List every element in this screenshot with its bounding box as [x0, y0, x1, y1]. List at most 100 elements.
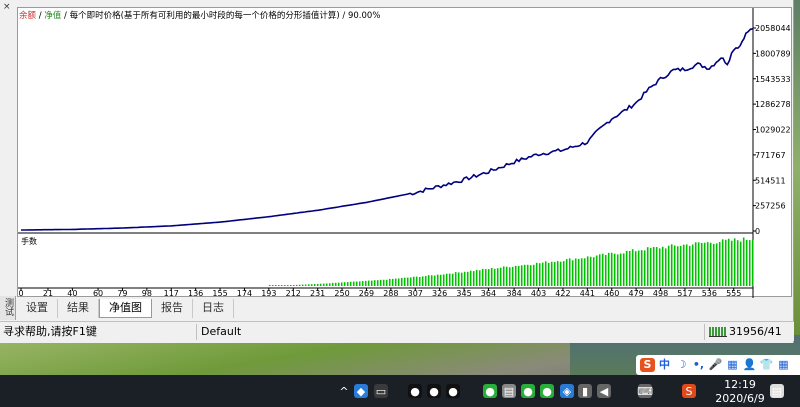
- lots-bar: [664, 248, 667, 286]
- close-icon[interactable]: ×: [3, 2, 11, 12]
- lots-bar: [715, 243, 718, 286]
- x-tick-label: 498: [653, 289, 668, 298]
- notification-icon[interactable]: ▤: [770, 384, 784, 398]
- skin-icon[interactable]: 👕: [759, 358, 774, 372]
- y-tick-label: 1800789: [755, 49, 791, 58]
- lots-bar: [655, 247, 658, 286]
- lots-bar: [652, 247, 655, 286]
- speaker-icon[interactable]: ◀: [597, 384, 611, 398]
- lots-bar: [712, 243, 715, 286]
- lots-bar: [412, 276, 415, 286]
- lots-bar: [379, 279, 382, 286]
- lots-bar: [574, 258, 577, 286]
- lots-bar: [700, 243, 703, 286]
- tester-side-tab[interactable]: 测试: [0, 296, 16, 320]
- lots-bar: [643, 250, 646, 286]
- chart-legend: 余额 / 净值 / 每个即时价格(基于所有可利用的最小时段的每一个价格的分形插值…: [19, 10, 380, 23]
- lots-bar: [421, 276, 424, 286]
- lots-bar: [619, 253, 622, 286]
- wechat-icon[interactable]: ●: [521, 384, 535, 398]
- lots-bar: [508, 267, 511, 286]
- ime-toolbar: S 中 ☽ •, 🎤 ▦ 👤 👕 ▦: [636, 355, 800, 375]
- lots-bar: [709, 242, 712, 286]
- lots-bar: [589, 256, 592, 286]
- toolbox-icon[interactable]: ▦: [776, 358, 791, 372]
- lots-bar: [724, 239, 727, 286]
- x-tick-label: 269: [359, 289, 374, 298]
- lots-bar: [283, 285, 286, 286]
- connection-traffic: 31956/41: [729, 325, 782, 338]
- lots-bar: [706, 242, 709, 286]
- microphone-icon[interactable]: 🎤: [708, 358, 723, 372]
- lots-bar: [520, 265, 523, 286]
- network-icon[interactable]: ●: [540, 384, 554, 398]
- qq-icon[interactable]: ●: [446, 384, 460, 398]
- wechat-icon[interactable]: ●: [483, 384, 497, 398]
- shield-icon[interactable]: ◈: [560, 384, 574, 398]
- lots-bar: [475, 269, 478, 286]
- y-tick-label: 0: [755, 227, 760, 236]
- lots-bar: [550, 261, 553, 286]
- clock-date[interactable]: 2020/6/9: [705, 392, 775, 405]
- lots-bar: [547, 262, 550, 286]
- tablet-icon[interactable]: ▮: [578, 384, 592, 398]
- lots-bar: [523, 264, 526, 286]
- lots-bar: [556, 261, 559, 286]
- lots-bar: [685, 244, 688, 286]
- lots-bar: [319, 283, 322, 286]
- lots-bar: [340, 282, 343, 286]
- lots-bar: [295, 284, 298, 286]
- clock-time[interactable]: 12:19: [718, 378, 762, 391]
- lots-bar: [373, 280, 376, 286]
- lots-bar: [403, 277, 406, 286]
- tab-equity-graph[interactable]: 净值图: [99, 299, 152, 318]
- x-tick-label: 212: [286, 289, 301, 298]
- display-icon[interactable]: ▭: [374, 384, 388, 398]
- ime-mode-chinese[interactable]: 中: [657, 358, 672, 372]
- lots-bar: [481, 268, 484, 286]
- keyboard-icon[interactable]: ▦: [725, 358, 740, 372]
- tab-journal[interactable]: 日志: [193, 299, 234, 318]
- lots-bar: [400, 277, 403, 286]
- lots-bar: [487, 269, 490, 286]
- lots-bar: [493, 268, 496, 286]
- chevron-up-icon[interactable]: ^: [337, 384, 351, 398]
- x-tick-label: 326: [432, 289, 447, 298]
- lots-bar: [733, 238, 736, 286]
- lots-bar: [406, 277, 409, 286]
- ime-icon[interactable]: S: [682, 384, 696, 398]
- sogou-logo-icon[interactable]: S: [640, 358, 655, 372]
- tab-results[interactable]: 结果: [58, 299, 99, 318]
- lots-bar: [451, 273, 454, 286]
- punctuation-icon[interactable]: •,: [691, 358, 706, 372]
- lots-bar: [565, 259, 568, 286]
- qq-icon[interactable]: ●: [408, 384, 422, 398]
- x-tick-label: 193: [261, 289, 276, 298]
- x-tick-label: 555: [726, 289, 741, 298]
- keyboard-icon[interactable]: ⌨: [637, 384, 653, 398]
- user-icon[interactable]: 👤: [742, 358, 757, 372]
- lots-bar: [562, 261, 565, 286]
- tab-settings[interactable]: 设置: [17, 299, 58, 318]
- lots-bar: [634, 251, 637, 286]
- lots-bar: [532, 264, 535, 286]
- app-icon[interactable]: ◆: [354, 384, 368, 398]
- lots-bar: [745, 239, 748, 286]
- lots-bar: [367, 280, 370, 286]
- lots-bar: [313, 284, 316, 286]
- half-width-icon[interactable]: ☽: [674, 358, 689, 372]
- x-tick-label: 60: [93, 289, 103, 298]
- lots-bar: [370, 280, 373, 286]
- lots-bar: [646, 247, 649, 286]
- computer-icon[interactable]: ▤: [502, 384, 516, 398]
- tab-report[interactable]: 报告: [152, 299, 193, 318]
- lots-bar: [325, 283, 328, 286]
- y-tick-label: 2058044: [755, 24, 791, 33]
- y-tick-label: 771767: [755, 151, 786, 160]
- lots-bar: [298, 284, 301, 286]
- legend-equity: 净值: [44, 11, 62, 21]
- x-tick-label: 136: [188, 289, 203, 298]
- qq-icon[interactable]: ●: [427, 384, 441, 398]
- tester-side-tab-label: 测试: [3, 298, 13, 316]
- lots-bar: [568, 258, 571, 286]
